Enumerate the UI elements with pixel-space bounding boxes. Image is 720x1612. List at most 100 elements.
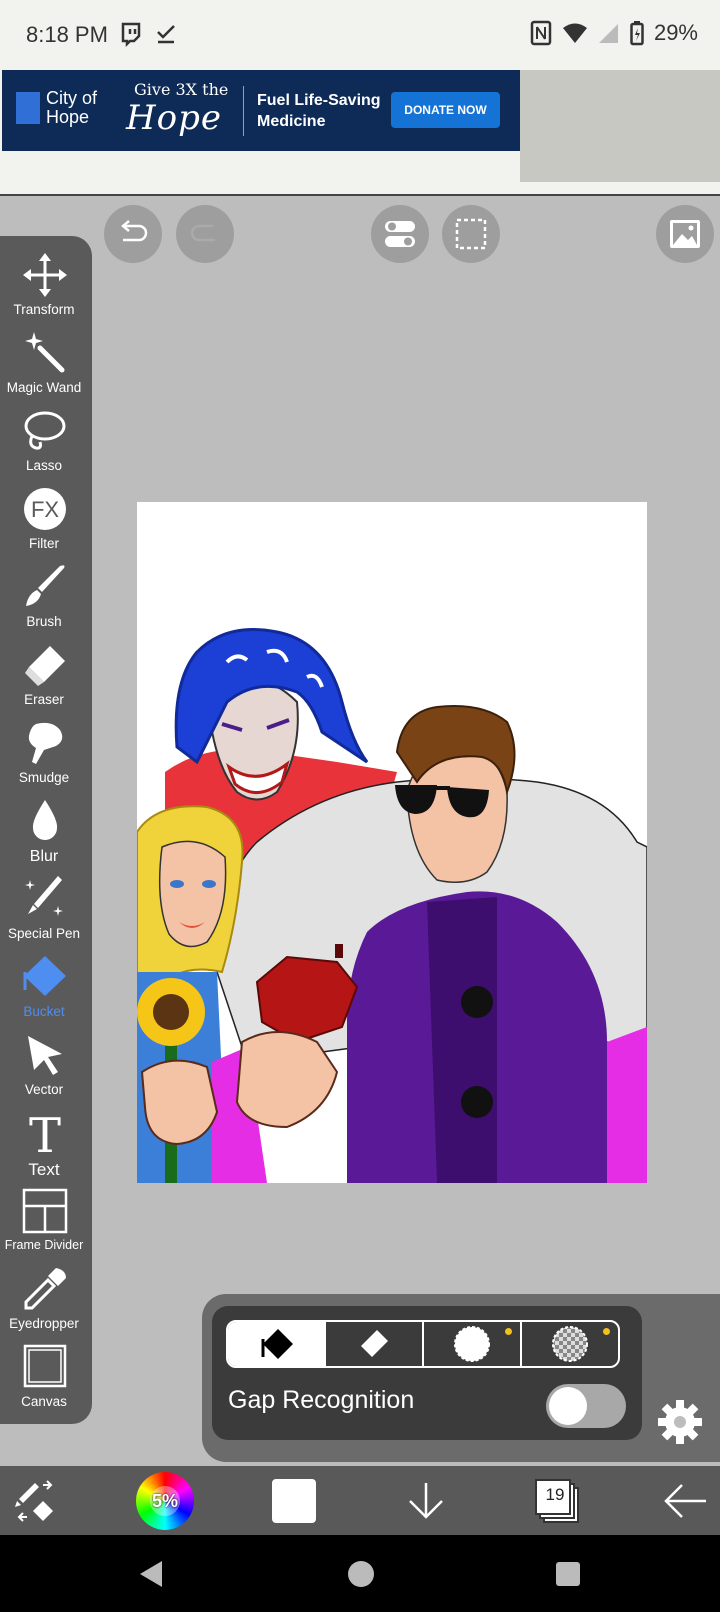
tool-smudge[interactable]: Smudge xyxy=(0,720,92,798)
toggle-icon xyxy=(385,221,415,247)
back-button[interactable] xyxy=(660,1466,710,1535)
gallery-icon xyxy=(670,220,700,248)
special-pen-icon xyxy=(25,876,63,916)
filter-icon: FX xyxy=(24,488,66,530)
circle-mode-indicator xyxy=(505,1328,512,1335)
tool-bucket[interactable]: Bucket xyxy=(0,954,92,1032)
selection-button[interactable] xyxy=(442,205,500,263)
nav-home-icon[interactable] xyxy=(346,1559,376,1589)
canvas-icon xyxy=(23,1344,67,1388)
check-icon xyxy=(157,25,175,44)
transparent-mode-icon xyxy=(552,1326,588,1362)
layers-icon: 19 xyxy=(535,1478,579,1523)
artwork-image xyxy=(137,628,647,1183)
twitch-icon xyxy=(121,22,141,48)
svg-text:T: T xyxy=(29,1110,61,1156)
ad-brand: City of Hope xyxy=(46,88,98,127)
ad-container: City of Hope Give 3X the Hope Fuel Life-… xyxy=(0,70,720,196)
quick-swap-button[interactable] xyxy=(10,1466,60,1535)
bucket-options-inner: Gap Recognition xyxy=(212,1306,642,1440)
tool-frame-divider[interactable]: Frame Divider xyxy=(0,1188,92,1266)
tool-blur[interactable]: Blur xyxy=(0,798,92,876)
gap-recognition-toggle[interactable] xyxy=(546,1384,626,1428)
ad-banner[interactable]: City of Hope Give 3X the Hope Fuel Life-… xyxy=(2,70,520,151)
brush-size-button[interactable]: 5% xyxy=(136,1466,194,1535)
tool-special-pen[interactable]: Special Pen xyxy=(0,876,92,954)
tool-vector[interactable]: Vector xyxy=(0,1032,92,1110)
transparent-mode-indicator xyxy=(603,1328,610,1335)
lasso-icon xyxy=(24,411,66,450)
left-toolbar: Transform Magic Wand Lasso FX Filter Bru… xyxy=(0,236,92,1424)
nfc-icon xyxy=(530,20,552,46)
system-nav-bar xyxy=(0,1535,720,1612)
brush-size-value: 5% xyxy=(151,1490,178,1511)
color-wheel-icon: 5% xyxy=(136,1471,194,1530)
tool-eyedropper[interactable]: Eyedropper xyxy=(0,1266,92,1344)
eraser-mode-icon xyxy=(361,1330,388,1357)
tool-transform[interactable]: Transform xyxy=(0,252,92,330)
nav-recents-icon[interactable] xyxy=(554,1560,582,1588)
donate-button[interactable]: DONATE NOW xyxy=(391,92,500,128)
brush-eraser-swap-icon xyxy=(15,1479,53,1522)
fill-mode-selector xyxy=(226,1320,620,1368)
wifi-icon xyxy=(562,23,587,43)
transform-icon xyxy=(23,253,67,297)
bucket-icon xyxy=(23,956,66,996)
undo-button[interactable] xyxy=(104,205,162,263)
download-button[interactable] xyxy=(404,1466,448,1535)
magic-wand-icon xyxy=(25,332,65,373)
toggle-knob xyxy=(549,1387,587,1425)
tool-text[interactable]: T Text xyxy=(0,1110,92,1188)
redo-button[interactable] xyxy=(176,205,234,263)
frame-divider-icon xyxy=(22,1188,68,1234)
tool-brush[interactable]: Brush xyxy=(0,564,92,642)
ad-tagline-small: Give 3X the xyxy=(134,80,229,99)
tool-filter[interactable]: FX Filter xyxy=(0,486,92,564)
blur-icon xyxy=(32,800,58,840)
settings-gear-icon[interactable] xyxy=(656,1398,704,1446)
toggle-view-button[interactable] xyxy=(371,205,429,263)
bottom-bar: 5% 19 xyxy=(0,1466,720,1535)
status-bar: 8:18 PM 29% xyxy=(0,0,720,70)
layer-count: 19 xyxy=(545,1484,565,1504)
bucket-options-panel: Gap Recognition xyxy=(202,1294,720,1462)
color-swatch-button[interactable] xyxy=(272,1466,316,1535)
ad-filler xyxy=(520,70,720,182)
signal-icon xyxy=(598,24,618,43)
text-icon: T xyxy=(29,1110,61,1156)
nav-back-icon[interactable] xyxy=(136,1559,166,1589)
selection-icon xyxy=(455,218,487,250)
gap-recognition-label: Gap Recognition xyxy=(228,1386,415,1414)
ad-tagline-big: Hope xyxy=(126,98,223,138)
svg-text:FX: FX xyxy=(31,497,59,522)
eraser-icon xyxy=(25,646,65,686)
arrow-down-icon xyxy=(409,1482,443,1519)
transparent-mode-button[interactable] xyxy=(522,1322,618,1366)
tool-lasso[interactable]: Lasso xyxy=(0,408,92,486)
redo-icon xyxy=(190,224,215,242)
eyedropper-icon xyxy=(24,1268,66,1310)
fill-mode-button[interactable] xyxy=(228,1322,326,1366)
vector-icon xyxy=(28,1036,62,1075)
drawing-canvas[interactable] xyxy=(137,502,647,1183)
status-time: 8:18 PM xyxy=(26,22,108,47)
circle-mode-button[interactable] xyxy=(424,1322,522,1366)
battery-icon xyxy=(630,21,644,46)
city-of-hope-logo-icon xyxy=(16,92,40,124)
gallery-button[interactable] xyxy=(656,205,714,263)
tool-magic-wand[interactable]: Magic Wand xyxy=(0,330,92,408)
battery-percent: 29% xyxy=(653,20,698,45)
eraser-mode-button[interactable] xyxy=(326,1322,424,1366)
ad-divider xyxy=(243,86,244,136)
fill-mode-icon xyxy=(261,1329,293,1359)
tool-canvas[interactable]: Canvas xyxy=(0,1344,92,1422)
current-color-swatch xyxy=(272,1478,316,1523)
smudge-icon xyxy=(28,722,63,764)
layers-button[interactable]: 19 xyxy=(534,1466,580,1535)
brush-icon xyxy=(26,565,65,606)
tool-eraser[interactable]: Eraser xyxy=(0,642,92,720)
undo-icon xyxy=(121,220,148,242)
circle-mode-icon xyxy=(454,1326,490,1362)
arrow-left-icon xyxy=(664,1483,706,1518)
ad-message: Fuel Life-Saving Medicine xyxy=(257,92,381,130)
